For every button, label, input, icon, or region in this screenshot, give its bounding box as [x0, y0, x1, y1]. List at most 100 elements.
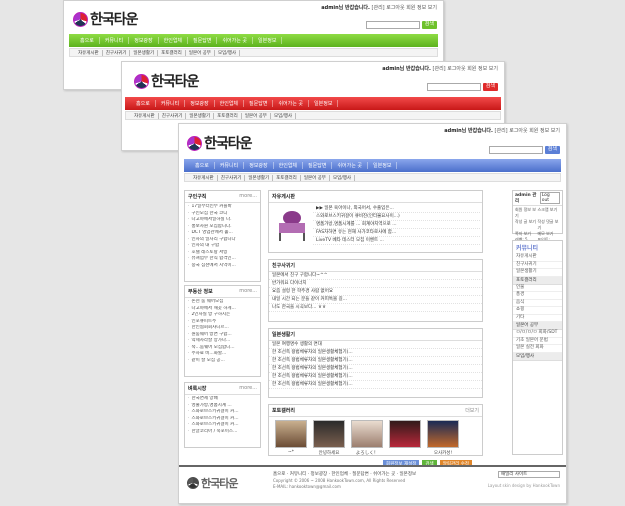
search-input[interactable] — [426, 83, 481, 91]
side-item[interactable]: 기초 일본어 문법 — [513, 338, 562, 345]
family-site-select[interactable]: 패밀리 사이트 — [498, 471, 560, 478]
nav-home[interactable]: 홈으로 — [75, 37, 100, 44]
subnav-life[interactable]: 일본생활기 — [245, 174, 274, 181]
subnav-study[interactable]: 일본어 공부 — [186, 49, 215, 56]
side-head-photo[interactable]: 포토갤러리 — [513, 276, 562, 285]
list-item[interactable]: 나도 한국을 시곡보다... ㅎㅎ — [269, 304, 482, 312]
subnav-friends[interactable]: 친구사귀기 — [103, 49, 131, 56]
subnav-life[interactable]: 일본생활기 — [186, 112, 215, 119]
nav-japan-info[interactable]: 일본정보 — [253, 37, 283, 44]
search-button[interactable]: 검색 — [421, 21, 437, 29]
list-item[interactable]: 요즘 설렁 한 학주경 사람 없어요 — [269, 288, 482, 296]
scrap-link[interactable]: 스크랩 보기 — [538, 207, 561, 219]
nav-rest[interactable]: 쉬어가는 곳 — [273, 100, 310, 107]
nav-companies[interactable]: 한인업체 — [274, 162, 304, 169]
footer-logo[interactable]: 한국타운 — [187, 475, 238, 491]
nav-qna[interactable]: 질문답변 — [188, 37, 218, 44]
nav-home[interactable]: 홈으로 — [131, 100, 156, 107]
logout-button[interactable]: Log out — [539, 192, 560, 204]
site-logo[interactable]: 한국타운 — [73, 9, 139, 29]
nav-rest[interactable]: 쉬어가는 곳 — [217, 37, 254, 44]
subnav-free-board[interactable]: 자유게시판 — [190, 174, 218, 181]
account-links[interactable]: [관리] 로그아웃 회원 정보 보기 — [372, 5, 437, 11]
side-item[interactable]: 음식 — [513, 300, 562, 307]
list-item[interactable]: LiveTV 베타 테스터 모집 이벤트 ... — [313, 237, 480, 245]
nav-qna[interactable]: 질문답변 — [303, 162, 333, 169]
side-head-study[interactable]: 일본어 공부 — [513, 322, 562, 330]
list-item[interactable]: 내일 시간 되는 분들 같이 커피톡볼 길... — [269, 296, 482, 304]
search-input[interactable] — [365, 21, 420, 29]
nav-qna[interactable]: 질문답변 — [244, 100, 274, 107]
nav-info[interactable]: 정보광장 — [129, 37, 159, 44]
list-item[interactable]: 일본에서 친구 구합니다~^^ — [269, 272, 482, 280]
list-item[interactable]: 한 조선족 왕법체류자의 일본생활체험기(... — [269, 349, 482, 357]
market-more-link[interactable]: more... — [239, 385, 257, 392]
list-item[interactable]: 명품가방,명품시계를 ... 회계야지역으로 ... — [313, 221, 480, 229]
nav-companies[interactable]: 한인업체 — [159, 37, 189, 44]
realty-more-link[interactable]: more... — [239, 288, 257, 295]
list-item[interactable]: 일본 여행명수 생활의 면대 — [269, 341, 482, 349]
nav-community[interactable]: 커뮤니티 — [100, 37, 130, 44]
photo-thumb[interactable]: 오사카성! — [427, 420, 459, 456]
list-item[interactable]: FAS자하면 유는 현재 사가코타로사에 함... — [313, 229, 480, 237]
side-item[interactable]: 일본 실전 회화 — [513, 345, 562, 353]
jobs-more-link[interactable]: more... — [239, 193, 257, 200]
nav-info[interactable]: 정보광장 — [185, 100, 215, 107]
subnav-photo[interactable]: 포토갤러리 — [158, 49, 186, 56]
side-item[interactable]: 쇼핑 — [513, 307, 562, 315]
side-head-events[interactable]: 모임/행사 — [513, 352, 562, 361]
subnav-photo[interactable]: 포토갤러리 — [273, 174, 301, 181]
list-item[interactable]: 한글코리아 / 북포이스... — [188, 429, 257, 436]
account-links[interactable]: [관리] 로그아웃 회원 정보 보기 — [433, 66, 498, 72]
nav-japan-info[interactable]: 일본정보 — [309, 100, 339, 107]
photo-thumb[interactable]: 안녕하세요 — [313, 420, 345, 456]
subnav-study[interactable]: 일본어 공부 — [242, 112, 271, 119]
profile-link[interactable]: 회원 정보 보기 — [515, 207, 538, 219]
subnav-events[interactable]: 모임/행사 — [330, 174, 356, 181]
search-input[interactable] — [488, 146, 543, 154]
side-item-life[interactable]: 일본생활기 — [513, 269, 562, 277]
list-item[interactable]: 반가워요 다이너지 — [269, 280, 482, 288]
nav-japan-info[interactable]: 일본정보 — [368, 162, 398, 169]
subnav-events[interactable]: 모임/행사 — [271, 112, 297, 119]
footer-links[interactable]: 홈으로 · 커뮤니티 · 정보광장 · 한인업체 · 질문답변 · 쉬어가는 곳… — [273, 471, 416, 477]
subnav-life[interactable]: 일본생활기 — [130, 49, 159, 56]
side-item[interactable]: 기타 — [513, 315, 562, 322]
list-item[interactable]: 한 조선족 왕법체류자의 일본생활체험기(... — [269, 381, 482, 389]
my-comments-link[interactable]: 작성 댓글 보기 — [538, 219, 561, 231]
contact-email[interactable]: E-MAIL: hankooktown@gmail.com — [273, 484, 341, 489]
photo-thumb[interactable] — [389, 420, 421, 456]
subnav-study[interactable]: 일본어 공부 — [301, 174, 330, 181]
photo-thumb[interactable]: よろしく！ — [351, 420, 383, 456]
list-item[interactable]: 스와로브스키귀걸이 큐비진(인터불요사이...) — [313, 213, 480, 221]
nav-community[interactable]: 커뮤니티 — [156, 100, 186, 107]
site-logo[interactable]: 한국타운 — [134, 71, 200, 91]
side-item[interactable]: 인물 — [513, 285, 562, 292]
side-item[interactable]: ㅁ/ㅁ/ㅁ/ㅁ 회화/SDT — [513, 330, 562, 338]
list-item[interactable]: 같이 살 모집 공... — [188, 358, 257, 365]
subnav-free-board[interactable]: 자유게시판 — [131, 112, 159, 119]
photo-more-link[interactable]: 더보기 — [465, 407, 479, 414]
site-logo[interactable]: 한국타운 — [187, 133, 253, 153]
nav-info[interactable]: 정보광장 — [244, 162, 274, 169]
list-item[interactable]: 한 조선족 왕법체류자의 일본생활체험기(... — [269, 357, 482, 365]
nav-companies[interactable]: 한인업체 — [215, 100, 245, 107]
search-button[interactable]: 검색 — [544, 146, 560, 154]
photo-thumb[interactable]: ~* — [275, 420, 307, 456]
list-item[interactable]: ▶▶ 일본 육아이나, 외국어서, 수출입은... — [313, 205, 480, 213]
subnav-free-board[interactable]: 자유게시판 — [75, 49, 103, 56]
nav-community[interactable]: 커뮤니티 — [215, 162, 245, 169]
side-item-friends[interactable]: 친구사귀기 — [513, 262, 562, 269]
my-posts-link[interactable]: 작성 글 보기 — [515, 219, 538, 231]
subnav-photo[interactable]: 포토갤러리 — [214, 112, 242, 119]
nav-rest[interactable]: 쉬어가는 곳 — [332, 162, 369, 169]
subnav-events[interactable]: 모임/행사 — [215, 49, 241, 56]
list-item[interactable]: 한 조선족 왕법체류자의 일본생활체험기(... — [269, 365, 482, 373]
subnav-friends[interactable]: 친구사귀기 — [218, 174, 246, 181]
subnav-friends[interactable]: 친구사귀기 — [159, 112, 187, 119]
account-links[interactable]: [관리] 로그아웃 회원 정보 보기 — [495, 128, 560, 134]
list-item[interactable]: 한 조선족 왕법체류자의 일본생활체험기(... — [269, 373, 482, 381]
list-item[interactable]: 중국 심천에서 지역이... — [188, 263, 257, 270]
side-item-free-board[interactable]: 자유게시판 — [513, 254, 562, 262]
search-button[interactable]: 검색 — [482, 83, 498, 91]
